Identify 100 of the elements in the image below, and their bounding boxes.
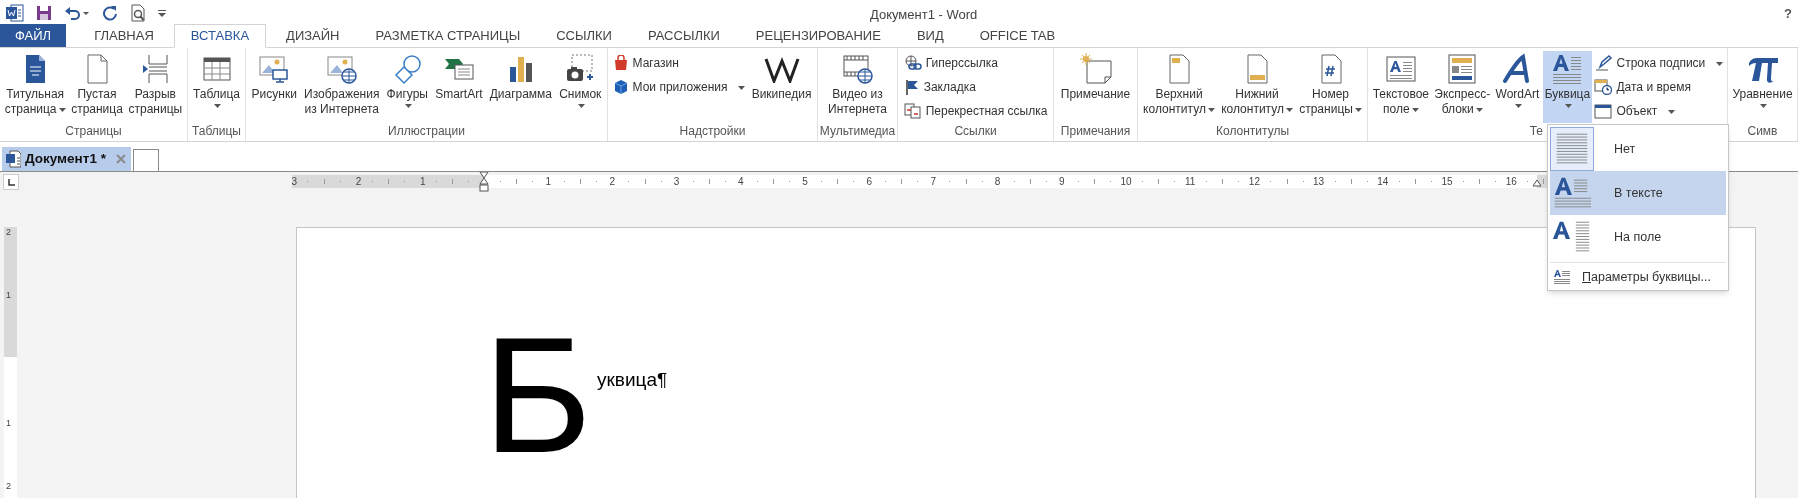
window-icon (1594, 103, 1613, 119)
ruler-number: 13 (1313, 175, 1325, 188)
video-globe-icon (841, 53, 874, 85)
group-label: Таблицы (192, 124, 241, 138)
document-icon (5, 150, 21, 168)
ribbon-tab[interactable]: ГЛАВНАЯ (76, 24, 172, 47)
ribbon-button[interactable]: Дата и время (1593, 76, 1725, 98)
ribbon-button[interactable]: Рисунки (249, 51, 299, 123)
ribbon-button[interactable]: Текстовое поле (1370, 51, 1431, 123)
ruler-number: 8 (994, 175, 1001, 188)
ruler-number: 12 (1248, 175, 1260, 188)
w-logo-icon (763, 55, 800, 83)
ruler-number: 9 (1059, 175, 1065, 188)
file-tab[interactable]: ФАЙЛ (0, 24, 67, 47)
ribbon-tab[interactable]: ВСТАВКА (173, 24, 267, 48)
ribbon-tab[interactable]: ССЫЛКИ (538, 24, 630, 47)
ribbon-button[interactable]: Экспресс- блоки (1432, 51, 1493, 123)
group-label: Примечания (1060, 124, 1131, 138)
ribbon-button[interactable]: Фигуры (384, 51, 430, 123)
ribbon-button[interactable]: Мои приложения (611, 76, 747, 98)
undo-icon[interactable] (64, 4, 90, 21)
ruler-number: 16 (1505, 175, 1517, 188)
ribbon-button[interactable]: Уравнение (1730, 51, 1795, 123)
ruler-number: 3 (673, 175, 680, 188)
ribbon-button[interactable]: Магазин (611, 52, 747, 74)
ribbon-button[interactable]: Снимок (557, 51, 604, 123)
customize-toolbar-icon[interactable] (158, 8, 166, 17)
ribbon-tab[interactable]: РАЗМЕТКА СТРАНИЦЫ (357, 24, 539, 47)
drop-cap-letter: Б (483, 312, 592, 478)
word-logo-icon[interactable] (6, 3, 24, 22)
ruler-number: 1 (6, 291, 11, 300)
cross-reference-icon (903, 103, 922, 119)
ribbon-button[interactable]: Гиперссылка (902, 52, 1049, 74)
picture-icon (258, 53, 291, 85)
ruler-number: 5 (802, 175, 808, 188)
quick-parts-icon (1446, 53, 1479, 85)
ruler-number: 2 (355, 175, 362, 188)
group-label: Иллюстрации (388, 124, 465, 138)
window-title: Документ1 - Word (870, 6, 978, 24)
ribbon-button[interactable]: Изображения из Интернета (302, 51, 382, 123)
ribbon-button[interactable]: Диаграмма (487, 51, 555, 123)
ribbon-button[interactable]: Объект (1593, 100, 1725, 122)
tab-stop-selector[interactable] (3, 174, 19, 190)
ruler-number: 6 (866, 175, 872, 188)
menu-item[interactable]: Параметры буквицы... (1550, 266, 1726, 288)
help-button[interactable]: ? (1784, 4, 1792, 24)
ribbon-tab[interactable]: РЕЦЕНЗИРОВАНИЕ (737, 24, 899, 47)
ribbon-button[interactable]: Пустая страница (69, 51, 125, 123)
ruler-number: 2 (609, 175, 616, 188)
group-label: Симв (1747, 124, 1778, 138)
ruler-number: 11 (1185, 175, 1196, 188)
ribbon-tab[interactable]: OFFICE TAB (961, 24, 1074, 47)
ribbon-button[interactable]: WordArt (1493, 51, 1542, 123)
ribbon-button[interactable]: Закладка (902, 76, 1049, 98)
ribbon-button[interactable]: Таблица (190, 51, 243, 123)
ruler-number: 4 (738, 175, 744, 188)
shopping-bag-icon (612, 55, 629, 71)
group-label: Мультимедиа (819, 124, 896, 138)
right-indent-marker-icon[interactable] (1532, 179, 1542, 187)
ribbon-tab[interactable]: ДИЗАЙН (268, 24, 358, 47)
ruler-number: 7 (930, 175, 937, 188)
flag-icon (903, 79, 920, 95)
ribbon-button[interactable]: Буквица (1542, 51, 1593, 123)
ribbon-button[interactable]: Перекрестная ссылка (902, 100, 1049, 122)
ribbon-button[interactable]: SmartArt (433, 51, 485, 123)
ruler-number: 15 (1441, 175, 1453, 188)
online-picture-icon (325, 53, 358, 85)
note-star-icon (1078, 53, 1113, 85)
print-preview-icon[interactable] (130, 3, 146, 22)
ruler-number: 14 (1377, 175, 1389, 188)
menu-item[interactable]: В тексте (1550, 171, 1726, 215)
document-text: уквица¶ (597, 368, 668, 392)
group-label: Надстройки (679, 124, 746, 138)
ribbon-button[interactable]: Верхний колонтитул (1141, 51, 1217, 123)
document-tab[interactable]: Документ1 * (2, 147, 131, 171)
link-icon (903, 55, 922, 71)
ruler-number: 1 (420, 175, 426, 188)
ribbon-button[interactable]: Титульная страница (2, 51, 68, 123)
ruler-number: 1 (545, 175, 551, 188)
left-tab-icon (7, 178, 15, 186)
ribbon-button[interactable]: Строка подписи (1593, 52, 1725, 74)
ruler-number: 10 (1120, 175, 1132, 188)
new-tab-button[interactable] (132, 149, 159, 171)
ribbon-tab[interactable]: РАССЫЛКИ (629, 24, 738, 47)
text-box-icon (1384, 53, 1417, 85)
indent-marker-icon[interactable] (479, 172, 489, 192)
ruler-number: 1 (6, 419, 11, 428)
ribbon-button[interactable]: Нижний колонтитул (1219, 51, 1295, 123)
ribbon-button[interactable]: Видео из Интернета (826, 51, 889, 123)
ribbon-tab[interactable]: ВИД (898, 24, 962, 47)
ribbon-button[interactable]: Википедия (749, 51, 814, 123)
drop-cap-icon (1551, 53, 1584, 85)
redo-icon[interactable] (102, 4, 118, 21)
save-icon[interactable] (36, 4, 52, 21)
ribbon-button[interactable]: Примечание (1058, 51, 1133, 123)
ribbon-button[interactable]: Номер страницы (1297, 51, 1364, 123)
ruler-number: 2 (6, 482, 11, 491)
pen-icon (1594, 55, 1613, 71)
group-label: Колонтитулы (1216, 124, 1289, 138)
ribbon-button[interactable]: Разрыв страницы (126, 51, 185, 123)
